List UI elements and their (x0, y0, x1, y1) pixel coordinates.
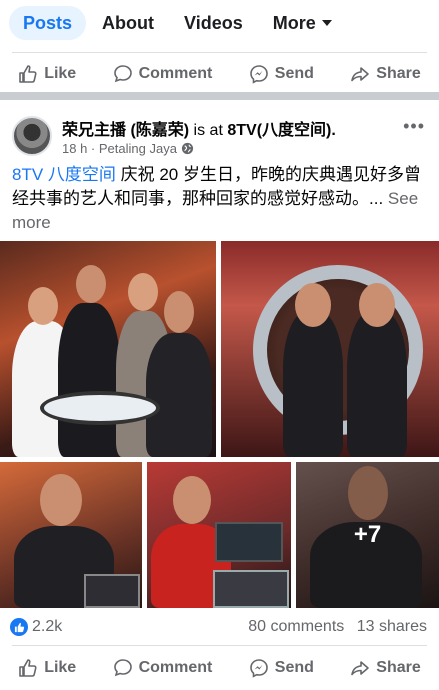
post-location: Petaling Jaya (98, 141, 177, 156)
laptop (84, 574, 140, 608)
tab-more[interactable]: More (259, 6, 346, 40)
comment-label: Comment (138, 65, 213, 82)
is-at-text: is at (189, 122, 228, 139)
globe-icon (181, 142, 194, 155)
messenger-icon (249, 65, 268, 84)
thumbs-up-icon (14, 622, 24, 632)
author-line: 荣兄主播 (陈嘉荣) is at 8TV(八度空间). (62, 116, 392, 140)
post-photo-2[interactable] (221, 241, 439, 457)
avatar[interactable] (12, 116, 52, 156)
share-icon (351, 67, 370, 82)
post-separator (0, 92, 439, 100)
like-count[interactable]: 2.2k (32, 618, 62, 636)
person-head (28, 287, 58, 325)
post-header: 荣兄主播 (陈嘉荣) is at 8TV(八度空间). ••• 18 h · P… (0, 108, 439, 160)
author-name[interactable]: 荣兄主播 (陈嘉荣) (62, 122, 189, 139)
person-head (76, 265, 106, 303)
person-figure (283, 311, 343, 457)
more-options-icon[interactable]: ••• (403, 116, 425, 137)
place-name[interactable]: 8TV(八度空间). (227, 122, 335, 139)
share-button[interactable]: Share (350, 658, 421, 678)
tab-videos[interactable]: Videos (170, 6, 257, 40)
like-label: Like (44, 659, 77, 676)
comment-share-counts: 80 comments 13 shares (248, 618, 427, 636)
tab-more-label: More (272, 12, 316, 33)
comment-label: Comment (138, 659, 213, 676)
top-action-bar: Like Comment Send Share (0, 52, 439, 96)
person-head (173, 476, 211, 524)
post-photo-3[interactable] (0, 462, 142, 608)
person-figure (58, 303, 120, 457)
person-head (128, 273, 158, 311)
post-time[interactable]: 18 h (62, 141, 87, 156)
comment-button[interactable]: Comment (113, 64, 213, 84)
share-button[interactable]: Share (350, 64, 421, 84)
comment-count[interactable]: 80 comments (248, 618, 344, 635)
like-label: Like (44, 65, 77, 82)
reaction-counts: 2.2k 80 comments 13 shares (0, 614, 439, 640)
tab-posts[interactable]: Posts (9, 6, 87, 40)
person-figure (146, 333, 212, 457)
like-button[interactable]: Like (18, 658, 76, 678)
tab-about[interactable]: About (88, 6, 168, 40)
more-photos-overlay[interactable]: +7 (296, 462, 439, 608)
page-tag-link[interactable]: 8TV 八度空间 (12, 165, 116, 184)
like-button[interactable]: Like (18, 64, 76, 84)
person-figure (347, 311, 407, 457)
send-label: Send (274, 659, 314, 676)
thumbs-up-icon (19, 659, 37, 677)
post-meta: 18 h · Petaling Jaya (62, 141, 194, 156)
caret-down-icon (321, 20, 332, 26)
person-head (40, 474, 82, 526)
more-photos-count: +7 (353, 521, 382, 548)
share-label: Share (376, 65, 421, 82)
send-button[interactable]: Send (249, 64, 314, 84)
send-button[interactable]: Send (249, 658, 314, 678)
post-photo-5[interactable]: +7 (296, 462, 439, 608)
share-label: Share (376, 659, 421, 676)
person-head (295, 283, 331, 327)
thumbs-up-icon (19, 65, 37, 83)
share-count[interactable]: 13 shares (357, 618, 427, 635)
person-head (164, 291, 194, 333)
meta-separator: · (87, 141, 99, 156)
post-photo-1[interactable] (0, 241, 216, 457)
post-photo-4[interactable] (147, 462, 291, 608)
profile-tabs: Posts About Videos More (0, 0, 439, 46)
like-reaction-icon (10, 618, 28, 636)
comment-icon (113, 65, 132, 83)
send-label: Send (274, 65, 314, 82)
table-disc (40, 391, 160, 425)
person-head (359, 283, 395, 327)
comment-icon (113, 659, 132, 677)
post-text: 8TV 八度空间 庆祝 20 岁生日，昨晚的庆典遇见好多曾经共事的艺人和同事，那… (12, 163, 430, 235)
messenger-icon (249, 659, 268, 678)
comment-button[interactable]: Comment (113, 658, 213, 678)
tv-screen (215, 522, 283, 562)
share-icon (351, 661, 370, 676)
laptop (213, 570, 289, 608)
post-action-bar: Like Comment Send Share (0, 646, 439, 690)
